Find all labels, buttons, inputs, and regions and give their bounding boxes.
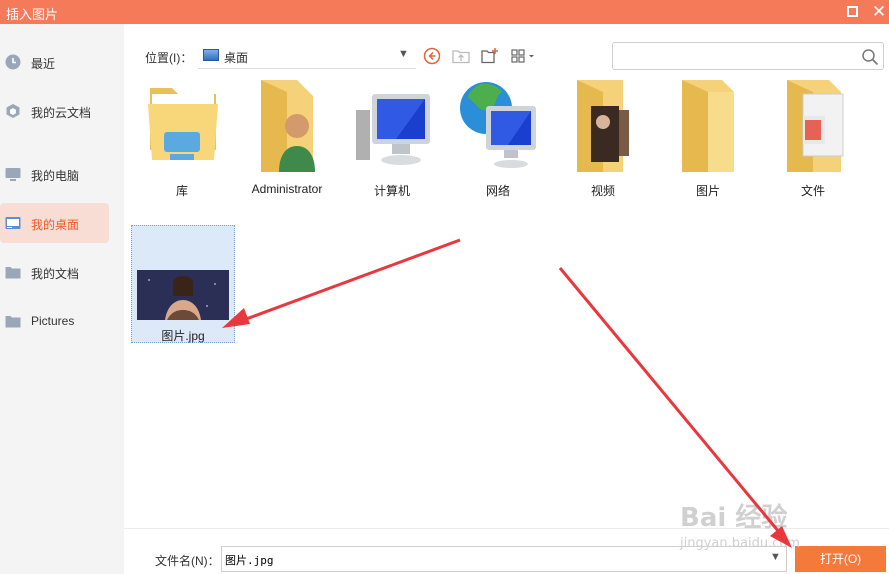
sidebar-item-my-computer[interactable]: 我的电脑 bbox=[0, 154, 109, 194]
location-label: 位置(I)： bbox=[145, 51, 193, 65]
close-button[interactable]: ✕ bbox=[869, 2, 889, 22]
folder-icon bbox=[5, 316, 21, 328]
file-name: 计算机 bbox=[373, 184, 410, 198]
search-icon[interactable] bbox=[861, 48, 879, 66]
sidebar-item-pictures[interactable]: Pictures bbox=[0, 301, 109, 341]
sidebar-item-label: 我的桌面 bbox=[31, 218, 80, 232]
back-icon[interactable] bbox=[422, 46, 442, 66]
sidebar-item-label: 最近 bbox=[31, 57, 56, 71]
image-thumbnail bbox=[137, 270, 229, 320]
view-mode-icon[interactable] bbox=[510, 46, 538, 66]
file-name: Administrator bbox=[251, 182, 323, 196]
sidebar-item-my-documents[interactable]: 我的文档 bbox=[0, 252, 109, 292]
sidebar-item-cloud-docs[interactable]: 我的云文档 bbox=[0, 91, 109, 131]
file-item-pictures[interactable]: 图片 bbox=[656, 80, 760, 198]
open-button[interactable]: 打开(O) bbox=[795, 546, 886, 572]
computer-icon bbox=[356, 94, 430, 165]
file-item-network[interactable]: 网络 bbox=[446, 80, 550, 198]
location-value: 桌面 bbox=[224, 51, 249, 65]
insert-picture-dialog: 插入图片 ✕ 最近 我的云文档 我的电脑 我的桌面 我的文档 Pictures bbox=[0, 0, 889, 574]
library-folder-icon bbox=[148, 88, 218, 160]
maximize-icon bbox=[846, 5, 858, 17]
file-item-computer[interactable]: 计算机 bbox=[340, 80, 444, 198]
file-name: 库 bbox=[175, 184, 188, 198]
filename-input[interactable] bbox=[225, 551, 755, 568]
close-icon: ✕ bbox=[871, 2, 887, 21]
video-folder-icon bbox=[577, 80, 629, 172]
new-folder-icon[interactable] bbox=[480, 46, 500, 66]
file-name: 图片.jpg bbox=[161, 329, 205, 343]
up-folder-icon[interactable] bbox=[451, 46, 471, 66]
sidebar-item-label: 我的电脑 bbox=[31, 169, 80, 183]
file-name: 文件 bbox=[800, 184, 825, 198]
sidebar-item-label: Pictures bbox=[31, 314, 75, 328]
computer-icon bbox=[5, 168, 21, 181]
sidebar-item-my-desktop[interactable]: 我的桌面 bbox=[0, 203, 109, 243]
file-item-library[interactable]: 库 bbox=[130, 80, 234, 198]
file-item-administrator[interactable]: Administrator bbox=[235, 80, 339, 198]
sidebar: 最近 我的云文档 我的电脑 我的桌面 我的文档 Pictures bbox=[0, 24, 124, 574]
file-item-videos[interactable]: 视频 bbox=[551, 80, 655, 198]
sidebar-item-label: 我的文档 bbox=[31, 267, 80, 281]
sidebar-item-label: 我的云文档 bbox=[31, 106, 92, 120]
title-bar: 插入图片 ✕ bbox=[0, 0, 889, 24]
baidu-watermark: Bai 经验 jingyan.baidu.com bbox=[680, 497, 800, 551]
watermark-sub: jingyan.baidu.com bbox=[680, 536, 800, 551]
cloud-icon bbox=[6, 104, 20, 118]
maximize-button[interactable] bbox=[842, 2, 862, 22]
document-folder-icon bbox=[787, 80, 844, 172]
chevron-down-icon[interactable]: ▼ bbox=[770, 551, 781, 563]
search-box[interactable] bbox=[612, 42, 884, 70]
file-name: 网络 bbox=[485, 184, 510, 198]
search-input[interactable] bbox=[619, 47, 849, 65]
clock-icon bbox=[5, 54, 21, 70]
network-icon bbox=[460, 82, 536, 168]
picture-folder-icon bbox=[682, 80, 734, 172]
file-item-image-jpg[interactable]: 图片.jpg bbox=[131, 225, 235, 343]
file-item-documents[interactable]: 文件 bbox=[761, 80, 865, 198]
file-name: 图片 bbox=[695, 184, 720, 198]
sidebar-item-recent[interactable]: 最近 bbox=[0, 42, 109, 82]
user-folder-icon bbox=[261, 80, 315, 172]
desktop-icon bbox=[5, 217, 21, 229]
folder-icon bbox=[5, 267, 21, 279]
file-name: 视频 bbox=[590, 184, 615, 198]
desktop-icon bbox=[203, 49, 219, 61]
window-title: 插入图片 bbox=[6, 7, 59, 22]
filename-label: 文件名(N)： bbox=[155, 554, 220, 568]
chevron-down-icon: ▼ bbox=[398, 48, 409, 60]
location-dropdown[interactable]: 桌面 ▼ bbox=[198, 45, 416, 69]
watermark-main: Bai 经验 bbox=[680, 503, 788, 533]
arrow-to-image-file bbox=[222, 238, 461, 328]
